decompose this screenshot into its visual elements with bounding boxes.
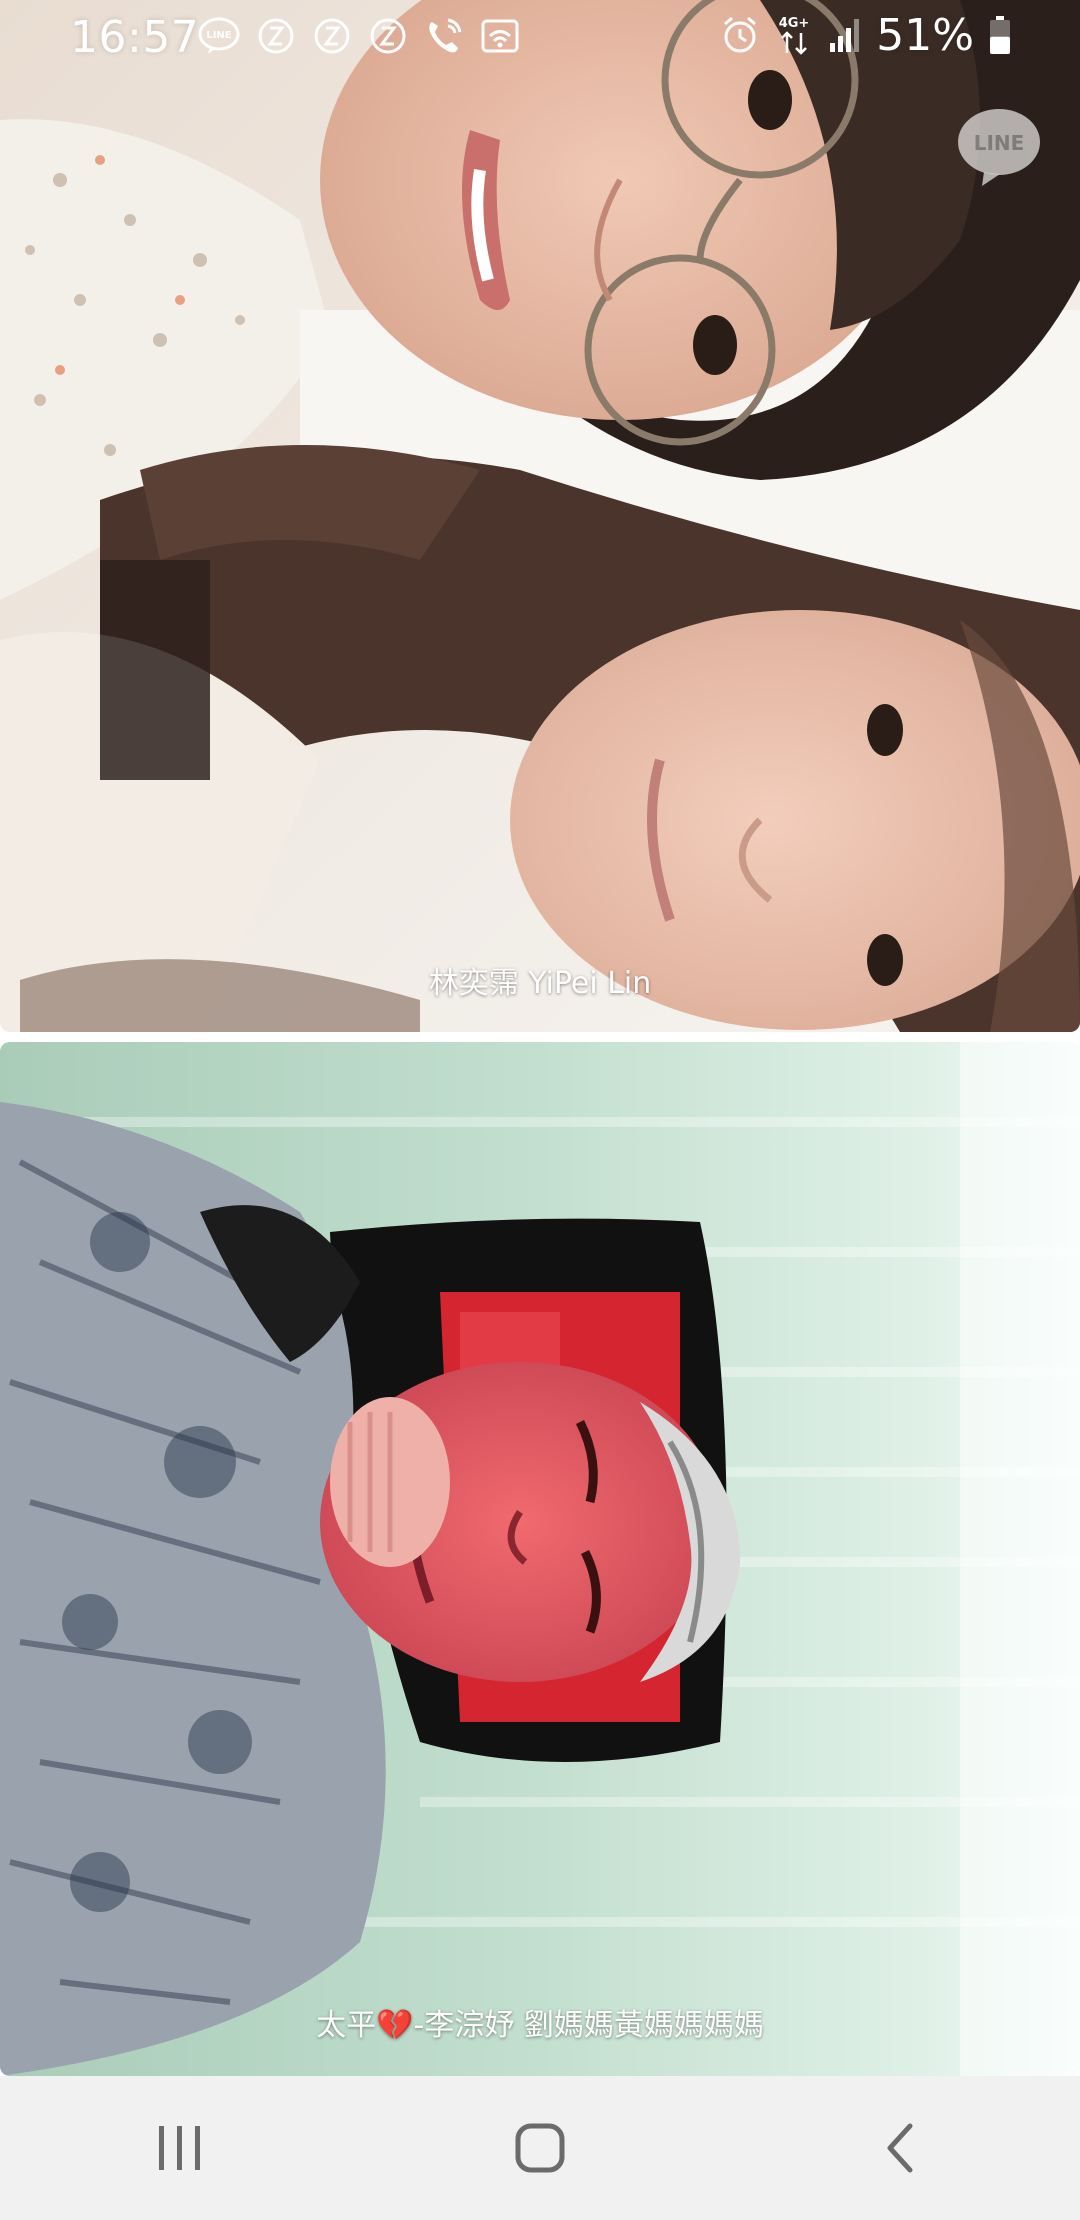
line-notification-icon: LINE	[198, 17, 240, 55]
line-watermark-icon: LINE	[958, 109, 1040, 186]
video-feed-image	[0, 0, 1080, 1032]
sync-icon	[312, 16, 352, 56]
sync-icon	[368, 16, 408, 56]
back-icon	[887, 2123, 913, 2173]
home-button[interactable]	[450, 2088, 630, 2208]
video-call-screen: 16:57 LINE 4G+ 51% LINE 林奕霈 YiPei Lin 太平…	[0, 0, 1080, 2220]
participant-name: 林奕霈 YiPei Lin	[428, 966, 652, 1001]
network-label: 4G+	[779, 16, 810, 31]
alarm-icon	[720, 15, 760, 55]
wifi-icon	[480, 16, 520, 56]
back-button[interactable]	[810, 2088, 990, 2208]
line-watermark-text: LINE	[974, 131, 1025, 155]
self-video-tile[interactable]: 太平💔-李淙妤 劉媽媽黃媽媽媽媽	[0, 1042, 1080, 2076]
navigation-bar	[0, 2076, 1080, 2220]
home-icon	[515, 2123, 565, 2173]
participant-name: 太平💔-李淙妤 劉媽媽黃媽媽媽媽	[316, 2008, 764, 2043]
recent-apps-icon	[159, 2126, 200, 2170]
signal-icon	[828, 17, 862, 53]
sync-icon	[256, 16, 296, 56]
status-time: 16:57	[70, 12, 200, 63]
battery-icon	[988, 15, 1012, 55]
4g-data-icon: 4G+	[774, 13, 814, 57]
video-feed-image	[0, 1042, 1080, 2076]
recent-apps-button[interactable]	[90, 2088, 270, 2208]
battery-percent: 51%	[876, 9, 974, 61]
wifi-calling-icon	[424, 16, 464, 56]
notification-icons: LINE	[198, 14, 520, 58]
system-status-icons: 4G+ 51%	[720, 9, 1012, 61]
status-bar: 16:57 LINE 4G+ 51%	[0, 0, 1080, 72]
remote-video-tile[interactable]: LINE 林奕霈 YiPei Lin	[0, 0, 1080, 1032]
svg-text:LINE: LINE	[206, 30, 231, 41]
